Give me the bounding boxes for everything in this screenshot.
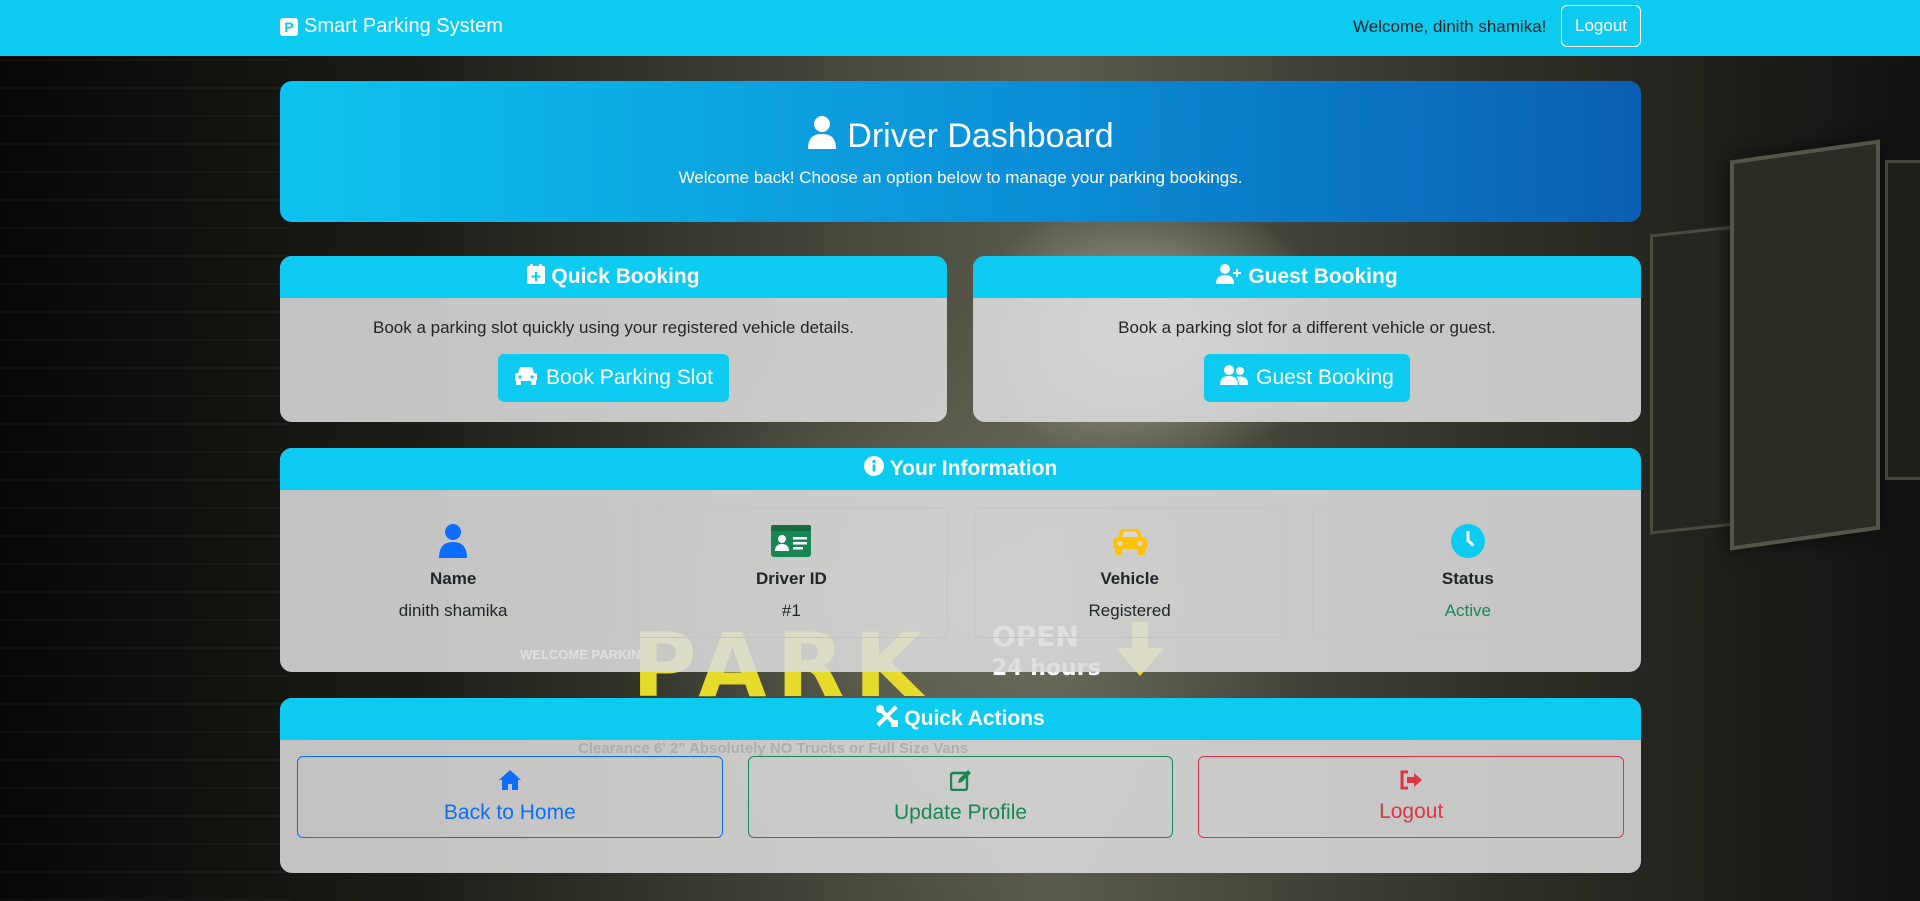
- page-title-text: Driver Dashboard: [847, 117, 1114, 155]
- info-vehicle-label: Vehicle: [1100, 569, 1159, 588]
- page-title: Driver Dashboard: [280, 115, 1641, 158]
- back-to-home-label: Back to Home: [443, 801, 576, 824]
- info-status-label: Status: [1441, 569, 1494, 588]
- info-name-label: Name: [429, 569, 477, 588]
- info-status-box: Status Active: [1311, 507, 1624, 638]
- info-name-value: dinith shamika: [398, 601, 508, 620]
- actions-row: Back to Home Update Profile Logout: [280, 740, 1641, 854]
- quick-booking-text: Book a parking slot quickly using your r…: [373, 318, 854, 337]
- your-information-header: Your Information: [280, 448, 1641, 490]
- sign-out-icon: [1399, 770, 1423, 796]
- info-driver-id-value: #1: [781, 601, 801, 620]
- clock-icon: [1313, 523, 1623, 559]
- info-vehicle-value: Registered: [1088, 601, 1171, 620]
- car-icon: [514, 365, 538, 391]
- logout-action-label: Logout: [1379, 800, 1444, 823]
- guest-booking-button-label: Guest Booking: [1256, 366, 1394, 389]
- home-icon: [498, 769, 522, 797]
- info-status-value: Active: [1444, 601, 1492, 620]
- quick-actions-card: Quick Actions Back to Home Update Profil…: [280, 698, 1641, 873]
- logout-action-button[interactable]: Logout: [1198, 756, 1625, 838]
- background-wall: [0, 56, 290, 901]
- nav-logout-button[interactable]: Logout: [1561, 5, 1641, 47]
- guest-booking-title: Guest Booking: [1248, 265, 1398, 288]
- quick-actions-header: Quick Actions: [280, 698, 1641, 740]
- update-profile-label: Update Profile: [893, 801, 1028, 824]
- info-icon: [863, 456, 884, 482]
- book-parking-slot-label: Book Parking Slot: [546, 366, 713, 389]
- user-plus-icon: [1216, 264, 1242, 290]
- update-profile-button[interactable]: Update Profile: [747, 756, 1174, 838]
- welcome-text: Welcome, dinith shamika!: [1353, 17, 1547, 36]
- user-icon: [807, 115, 837, 158]
- guest-booking-card: Guest Booking Book a parking slot for a …: [973, 256, 1641, 422]
- guest-booking-header: Guest Booking: [973, 256, 1641, 298]
- background-price-board: [1730, 139, 1880, 551]
- quick-booking-title: Quick Booking: [551, 265, 700, 288]
- your-information-card: Your Information Name dinith shamika Dri…: [280, 448, 1641, 672]
- info-name-box: Name dinith shamika: [297, 507, 610, 638]
- info-driver-id-label: Driver ID: [755, 569, 827, 588]
- quick-booking-header: Quick Booking: [280, 256, 947, 298]
- background-sign-board: [1650, 225, 1735, 535]
- quick-booking-card: Quick Booking Book a parking slot quickl…: [280, 256, 947, 422]
- dashboard-header: Driver Dashboard Welcome back! Choose an…: [280, 81, 1641, 222]
- id-card-icon: [636, 523, 946, 559]
- info-driver-id-box: Driver ID #1: [635, 507, 948, 638]
- back-to-home-button[interactable]: Back to Home: [297, 756, 723, 838]
- parking-icon: P: [280, 17, 298, 36]
- tools-icon: [876, 705, 899, 733]
- guest-booking-text: Book a parking slot for a different vehi…: [1118, 318, 1496, 337]
- brand-name: Smart Parking System: [304, 15, 503, 37]
- info-row: Name dinith shamika Driver ID #1 Vehicle…: [280, 490, 1641, 655]
- quick-actions-title: Quick Actions: [904, 707, 1045, 730]
- guest-booking-button[interactable]: Guest Booking: [1204, 354, 1410, 402]
- navbar: P Smart Parking System Welcome, dinith s…: [0, 0, 1920, 56]
- brand-link[interactable]: P Smart Parking System: [280, 15, 503, 38]
- calendar-plus-icon: [527, 264, 546, 290]
- background-sign-board-edge: [1885, 160, 1920, 480]
- info-vehicle-box: Vehicle Registered: [973, 507, 1286, 638]
- edit-icon: [949, 769, 972, 797]
- user-icon: [298, 523, 608, 559]
- your-information-title: Your Information: [889, 457, 1058, 480]
- book-parking-slot-button[interactable]: Book Parking Slot: [498, 354, 729, 402]
- page-subtitle: Welcome back! Choose an option below to …: [678, 168, 1243, 187]
- car-icon: [975, 523, 1285, 559]
- users-icon: [1220, 365, 1249, 391]
